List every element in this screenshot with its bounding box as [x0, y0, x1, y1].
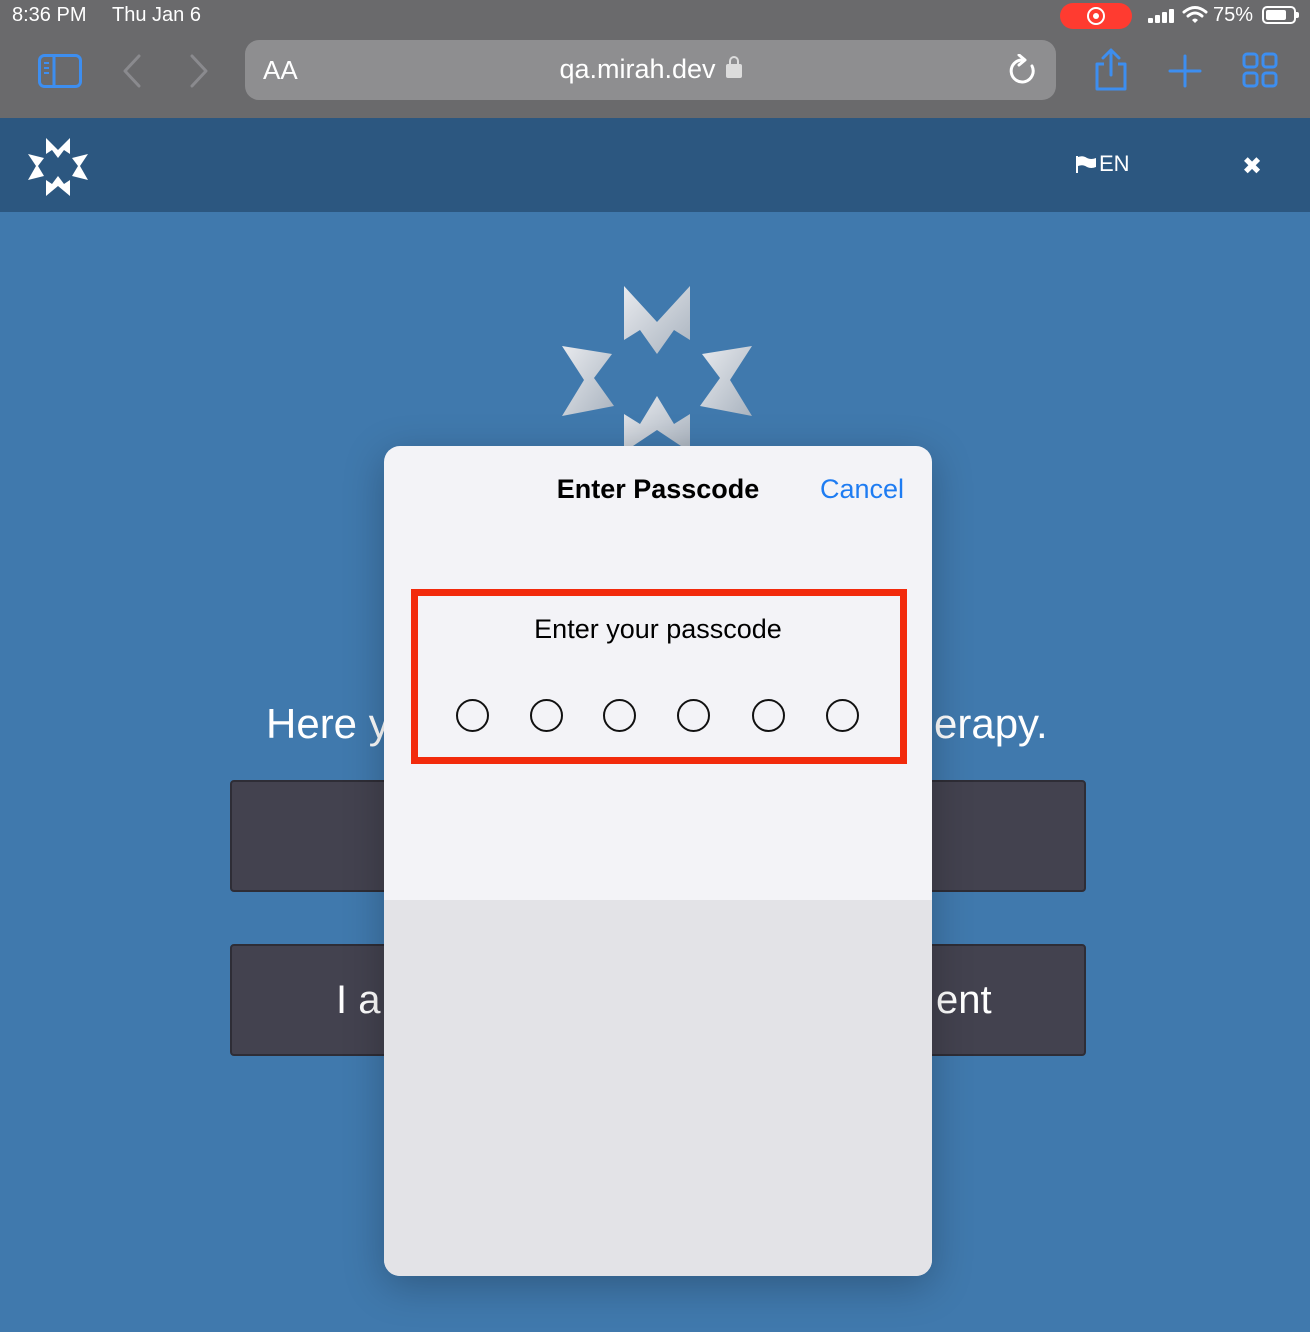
passcode-dialog: Enter Passcode Cancel Enter your passcod…	[384, 446, 932, 1276]
mirah-logo-icon[interactable]	[26, 136, 90, 198]
passcode-digit-dot	[456, 699, 489, 732]
flag-icon	[1076, 156, 1096, 173]
passcode-digit-dot	[752, 699, 785, 732]
reload-icon[interactable]	[1008, 54, 1038, 86]
close-icon[interactable]: ✖	[1242, 152, 1262, 181]
share-icon[interactable]	[1093, 48, 1129, 92]
wifi-icon	[1182, 6, 1208, 23]
passcode-prompt: Enter your passcode	[534, 614, 782, 644]
cellular-signal-icon	[1148, 9, 1176, 23]
role-button-2-label-right: ent	[936, 978, 992, 1022]
new-tab-icon[interactable]	[1168, 54, 1202, 88]
language-selector[interactable]: EN	[1075, 151, 1130, 177]
forward-icon[interactable]	[189, 54, 209, 88]
passcode-dots[interactable]	[456, 699, 866, 733]
passcode-digit-dot	[603, 699, 636, 732]
app-header: EN ✖	[0, 118, 1310, 212]
screen-recording-icon[interactable]	[1060, 3, 1132, 29]
sidebar-toggle-icon[interactable]	[38, 54, 82, 88]
language-label: EN	[1099, 151, 1130, 176]
passcode-digit-dot	[677, 699, 710, 732]
mirah-large-logo-icon	[562, 286, 752, 452]
lock-icon	[725, 56, 742, 78]
hero-text-left: Here y	[266, 700, 390, 747]
passcode-digit-dot	[530, 699, 563, 732]
role-button-2-label-left: I a	[336, 978, 381, 1022]
tab-overview-icon[interactable]	[1242, 52, 1278, 88]
browser-chrome: 8:36 PM Thu Jan 6 75% AA qa.mirah.dev	[0, 0, 1310, 118]
status-bar: 8:36 PM Thu Jan 6 75%	[0, 0, 1310, 32]
url-text: qa.mirah.dev	[559, 54, 716, 84]
battery-icon	[1262, 6, 1299, 24]
hero-text-right: erapy.	[934, 700, 1048, 747]
address-bar[interactable]: AA qa.mirah.dev	[245, 40, 1056, 100]
status-date: Thu Jan 6	[112, 4, 201, 26]
status-time: 8:36 PM	[12, 4, 87, 26]
battery-percentage: 75%	[1213, 4, 1254, 26]
cancel-button[interactable]: Cancel	[820, 474, 904, 505]
keypad-area	[384, 900, 932, 1276]
passcode-digit-dot	[826, 699, 859, 732]
back-icon[interactable]	[122, 54, 142, 88]
